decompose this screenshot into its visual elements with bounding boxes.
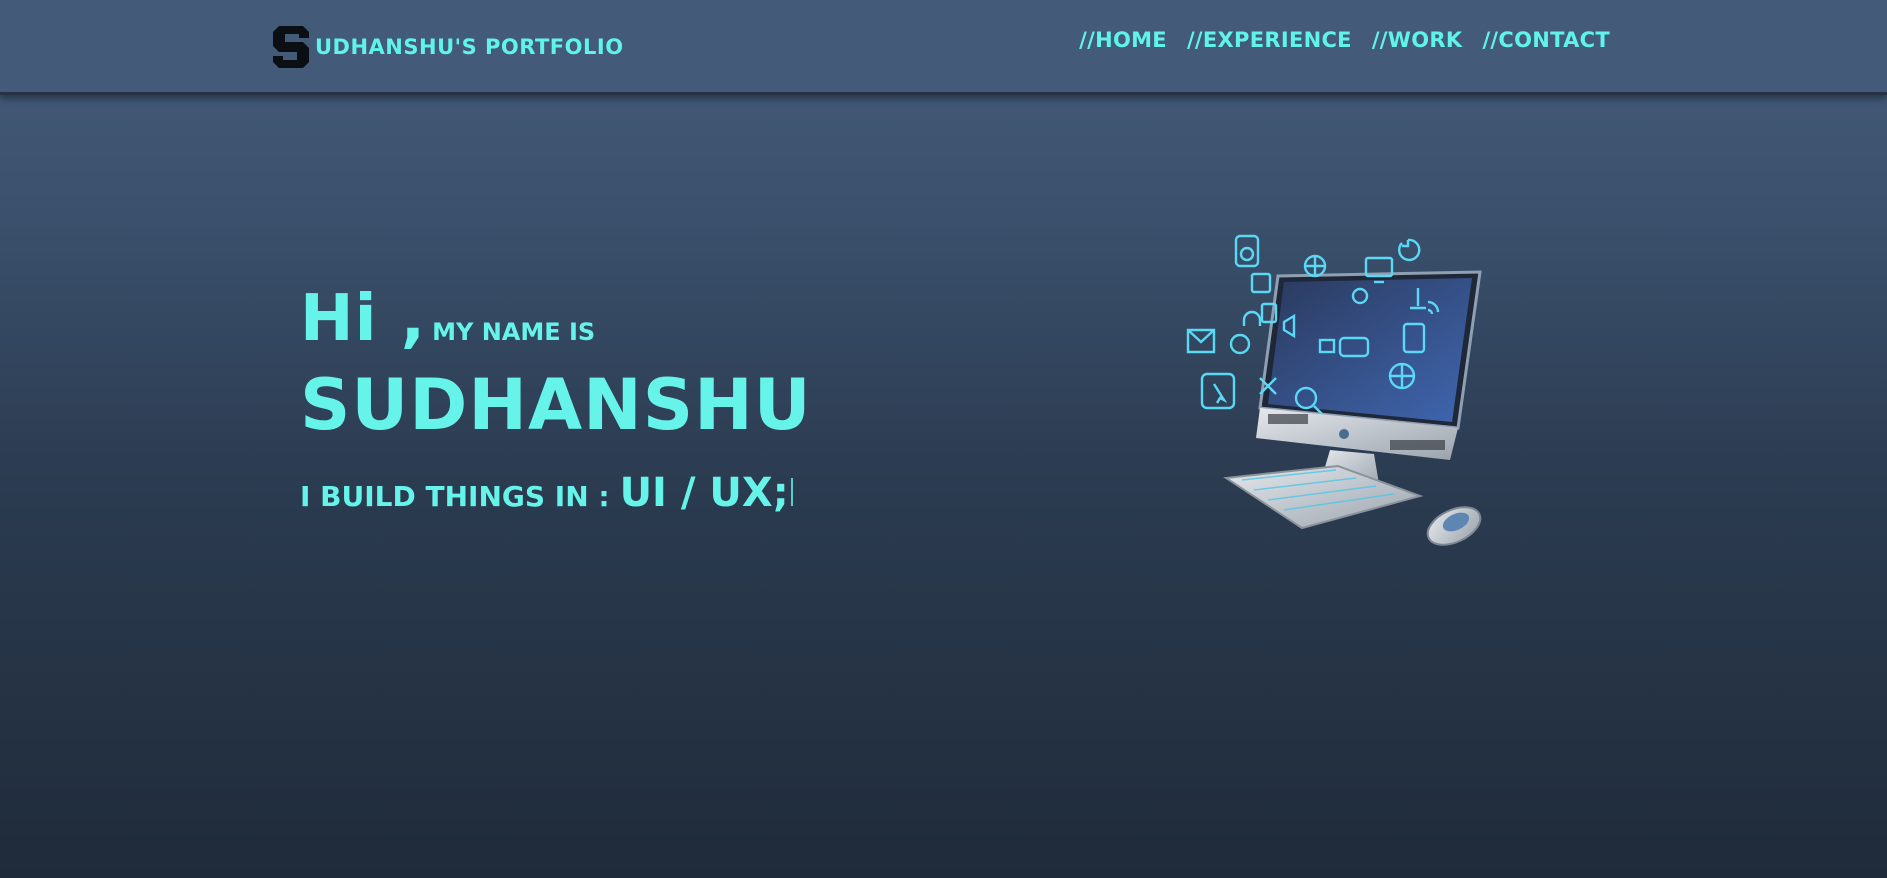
greeting: Hi , my name is: [300, 282, 812, 356]
tagline: I build things in : UI / UX;: [300, 470, 812, 516]
nav-menu: //HOME //EXPERIENCE //WORK //CONTACT: [1079, 28, 1610, 52]
nav-work-link[interactable]: //WORK: [1372, 28, 1463, 52]
brand[interactable]: UDHANSHU'S PORTFOLIO: [273, 24, 624, 70]
brand-title: UDHANSHU'S PORTFOLIO: [315, 35, 624, 59]
greeting-subtext: my name is: [432, 318, 596, 346]
tagline-lead: I build things in :: [300, 480, 610, 513]
navbar: UDHANSHU'S PORTFOLIO //HOME //EXPERIENCE…: [0, 0, 1887, 95]
nav-experience-link[interactable]: //EXPERIENCE: [1187, 28, 1352, 52]
s-logo-icon: [273, 26, 309, 68]
typing-cursor: [790, 478, 793, 506]
nav-contact-link[interactable]: //CONTACT: [1482, 28, 1610, 52]
tagline-skill: UI / UX;: [619, 470, 789, 516]
computer-illustration-icon: [1186, 234, 1482, 546]
greeting-hi: Hi ,: [300, 282, 427, 356]
hero-section: Hi , my name is SUDHANSHU I build things…: [300, 282, 812, 516]
hero-name: SUDHANSHU: [300, 364, 812, 446]
nav-home-link[interactable]: //HOME: [1079, 28, 1167, 52]
